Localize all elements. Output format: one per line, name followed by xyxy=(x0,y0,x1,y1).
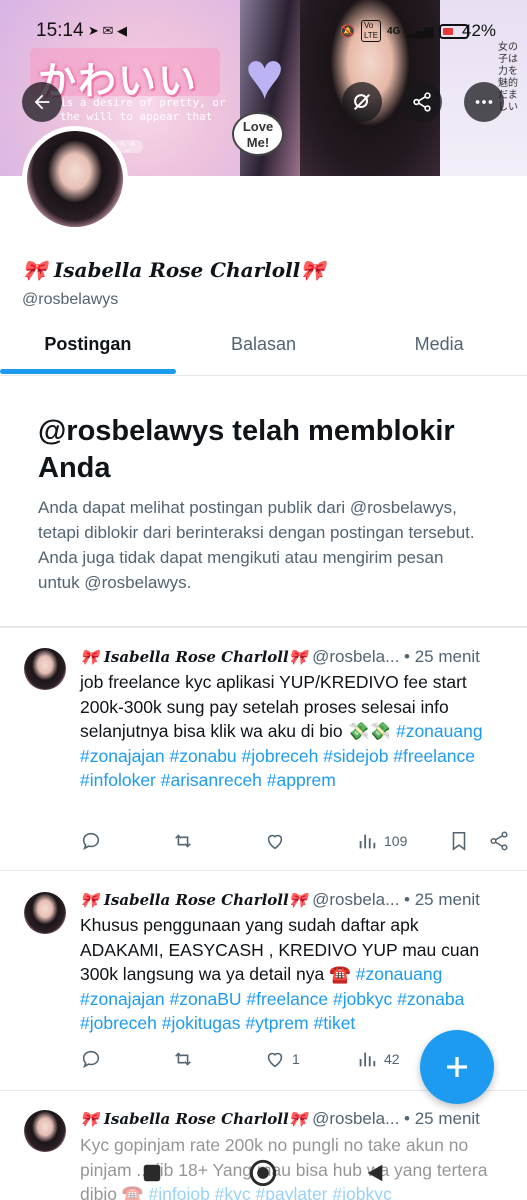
heart-outline-icon xyxy=(267,1052,283,1068)
tweet-avatar[interactable] xyxy=(24,892,66,934)
tweet-text[interactable]: job freelance kyc aplikasi YUP/KREDIVO f… xyxy=(80,670,500,793)
tweet-avatar[interactable] xyxy=(24,648,66,690)
share-icon xyxy=(490,831,508,851)
views-chart-icon xyxy=(359,834,376,849)
recent-apps-button[interactable] xyxy=(137,1158,167,1188)
block-notice: @rosbelawys telah memblokir Anda Anda da… xyxy=(38,413,488,595)
views-button[interactable]: 42 xyxy=(356,1048,400,1070)
banner-love-bubble: Love Me! xyxy=(232,112,284,156)
tweet-header[interactable]: 🎀 Isabella Rose Charloll🎀 @rosbela... • … xyxy=(80,647,520,667)
network-type: 4G xyxy=(387,25,401,37)
tab-posts[interactable]: Postingan xyxy=(0,318,176,375)
mute-icon: 🔕 xyxy=(340,24,355,38)
search-icon xyxy=(353,93,371,111)
banner-love-text: Love Me! xyxy=(242,119,274,150)
reply-icon xyxy=(82,832,100,850)
tab-replies[interactable]: Balasan xyxy=(176,318,352,375)
square-icon xyxy=(143,1164,161,1182)
views-button[interactable]: 109 xyxy=(356,830,407,852)
tweet-time: • 25 menit xyxy=(404,890,480,909)
share-icon xyxy=(413,92,431,112)
volte-chip: Vo LTE xyxy=(360,20,382,42)
more-vert-icon xyxy=(475,100,493,104)
view-count: 42 xyxy=(384,1051,400,1067)
back-button[interactable] xyxy=(22,82,62,122)
reply-button[interactable] xyxy=(80,1048,108,1070)
profile-avatar[interactable] xyxy=(22,126,128,232)
heart-outline-icon xyxy=(267,834,283,850)
tweet-author-handle: @rosbela... xyxy=(312,647,400,666)
profile-handle: @rosbelawys xyxy=(22,291,119,308)
bookmark-icon xyxy=(452,831,466,851)
block-description: Anda dapat melihat postingan publik dari… xyxy=(38,498,475,592)
battery-percent: 42% xyxy=(462,21,497,40)
bookmark-button[interactable] xyxy=(448,830,470,852)
circle-icon xyxy=(249,1159,277,1187)
navigation-arrow-icon: ➤ ✉ ◀ xyxy=(88,23,128,38)
like-button[interactable]: 1 xyxy=(264,1048,300,1070)
triangle-back-icon xyxy=(367,1164,383,1182)
reply-button[interactable] xyxy=(80,830,108,852)
avatar-image xyxy=(27,131,123,227)
status-icons: 🔕 Vo LTE 4G ▂▄▆ xyxy=(340,20,470,42)
tweet-header[interactable]: 🎀 Isabella Rose Charloll🎀 @rosbela... • … xyxy=(80,1109,520,1129)
view-count: 109 xyxy=(384,833,408,849)
active-tab-indicator xyxy=(0,369,176,374)
status-bar: 15:14 ➤ ✉ ◀ 🔕 Vo LTE 4G ▂▄▆ 42% xyxy=(0,0,527,60)
tweet-actions: 109 xyxy=(80,830,515,860)
back-nav-button[interactable] xyxy=(360,1158,390,1188)
plus-icon xyxy=(447,1057,467,1077)
tweet-author-handle: @rosbela... xyxy=(312,890,400,909)
share-button[interactable] xyxy=(402,82,442,122)
tweet-author-name: 🎀 Isabella Rose Charloll🎀 xyxy=(80,891,308,909)
tweet-avatar[interactable] xyxy=(24,1110,66,1152)
like-button[interactable] xyxy=(264,830,292,852)
views-chart-icon xyxy=(359,1052,376,1067)
retweet-icon xyxy=(175,834,191,848)
retweet-button[interactable] xyxy=(172,1048,200,1070)
arrow-left-icon xyxy=(34,94,50,110)
like-count: 1 xyxy=(292,1051,300,1067)
tweet-divider xyxy=(0,870,527,871)
signal-icon: ▂▄▆ xyxy=(406,24,434,38)
compose-button[interactable] xyxy=(420,1030,494,1104)
tweet-text[interactable]: Khusus penggunaan yang sudah daftar apk … xyxy=(80,913,500,1036)
tweet-header[interactable]: 🎀 Isabella Rose Charloll🎀 @rosbela... • … xyxy=(80,890,520,910)
home-button[interactable] xyxy=(248,1158,278,1188)
divider xyxy=(0,626,527,628)
display-name: 🎀 Isabella Rose Charloll🎀 xyxy=(22,258,326,282)
tab-media[interactable]: Media xyxy=(351,318,527,375)
reply-icon xyxy=(82,1050,100,1068)
profile-tabs: Postingan Balasan Media xyxy=(0,318,527,376)
block-title: @rosbelawys telah memblokir Anda xyxy=(38,415,455,484)
retweet-icon xyxy=(175,1052,191,1066)
more-button[interactable] xyxy=(464,82,504,122)
share-tweet-button[interactable] xyxy=(488,830,510,852)
search-button[interactable] xyxy=(342,82,382,122)
retweet-button[interactable] xyxy=(172,830,200,852)
tweet-time: • 25 menit xyxy=(404,647,480,666)
tweet-author-handle: @rosbela... xyxy=(312,1109,400,1128)
tweet-author-name: 🎀 Isabella Rose Charloll🎀 xyxy=(80,648,308,666)
tweet-time: • 25 menit xyxy=(404,1109,480,1128)
tweet-author-name: 🎀 Isabella Rose Charloll🎀 xyxy=(80,1110,308,1128)
status-time: 15:14 xyxy=(36,20,84,41)
system-nav-bar xyxy=(0,1150,527,1200)
